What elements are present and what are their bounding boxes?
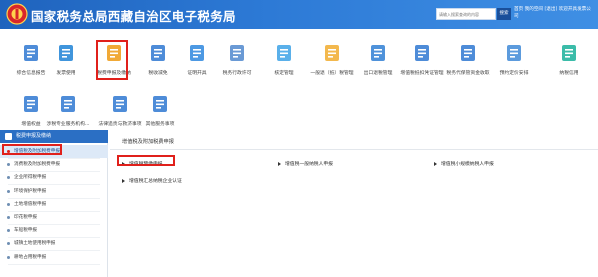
highlight-box-form (117, 155, 175, 166)
sidebar-item-label: 耕地占用税申报 (14, 254, 47, 260)
bullet-icon (7, 202, 10, 206)
sidebar-item-1[interactable]: 消费税及附加税费申报 (0, 158, 108, 171)
admin-license-icon (230, 45, 244, 61)
sidebar-item-5[interactable]: 印花税申报 (0, 211, 108, 224)
invoice-use-icon (59, 45, 73, 61)
bullet-icon (7, 163, 10, 167)
toolbar-item-12[interactable]: 纳税信用 (539, 33, 598, 77)
search-button[interactable]: 搜索 (497, 8, 511, 20)
menu-icon (5, 133, 12, 140)
search-input[interactable] (436, 8, 496, 20)
page-title: 增值税及附加税费申报 (122, 139, 174, 145)
sidebar-item-4[interactable]: 土地增值税申报 (0, 198, 108, 211)
sidebar-item-label: 消费税及附加税费申报 (14, 162, 60, 168)
sidebar-header[interactable]: 税费申报及缴纳 (0, 130, 108, 143)
handshake-icon (153, 96, 167, 112)
sidebar-item-label: 环境保护税申报 (14, 188, 47, 194)
sidebar-item-label: 城镇土地使用税申报 (14, 241, 56, 247)
form-link-label: 增值税一般纳税人申报 (285, 162, 333, 167)
vat-deduction-icon (415, 45, 429, 61)
sidebar-item-3[interactable]: 环境保护税申报 (0, 185, 108, 198)
credit-icon (562, 45, 576, 61)
toolbar-item-label: 预约定价安排 (499, 71, 529, 76)
sidebar-item-7[interactable]: 城镇土地使用税申报 (0, 237, 108, 250)
export-refund-icon (371, 45, 385, 61)
toolbar-item-16[interactable]: 其他服务事项 (130, 84, 190, 128)
form-link-1[interactable]: 增值税一般纳税人申报 (278, 160, 333, 167)
bullet-icon (7, 189, 10, 193)
triangle-right-icon (278, 161, 281, 166)
site-title: 国家税务总局西藏自治区电子税务局 (31, 9, 236, 24)
sidebar-item-label: 土地增值税申报 (14, 201, 47, 207)
tax-reduction-icon (151, 45, 165, 61)
tax-refund-icon (325, 45, 339, 61)
form-link-2[interactable]: 增值税小规模纳税人申报 (434, 160, 494, 167)
bullet-icon (7, 229, 10, 233)
form-link-3[interactable]: 增值税汇总纳税企业认证 (122, 177, 182, 184)
toolbar-item-14[interactable]: 涉税专业服务机构... (38, 84, 98, 128)
sidebar-item-label: 企业所得税申报 (14, 175, 47, 181)
bullet-icon (7, 176, 10, 180)
bullet-icon (7, 255, 10, 259)
header-user-links[interactable]: 首页 我的空间 [退出] 欢迎开具发票公司 (514, 6, 594, 20)
legal-icon (113, 96, 127, 112)
bullet-icon (7, 216, 10, 219)
sidebar-item-label: 印花税申报 (14, 215, 37, 220)
sidebar-item-8[interactable]: 耕地占用税申报 (0, 251, 108, 264)
service-agency-icon (61, 96, 75, 112)
divider (8, 263, 100, 265)
main-panel: 增值税及附加税费申报 增值税预缴申报 增值税一般纳税人申报 增值税小规模纳税人申报增… (110, 130, 598, 277)
bullet-icon (7, 242, 10, 246)
highlight-box-sidebar (2, 144, 62, 155)
assessment-icon (277, 45, 291, 61)
toolbar-item-label: 纳税信用 (559, 71, 579, 76)
pricing-icon (507, 45, 521, 61)
sidebar-title: 税费申报及缴纳 (16, 133, 52, 139)
triangle-right-icon (122, 178, 125, 183)
sidebar-item-label: 车船税申报 (14, 228, 37, 234)
form-link-label: 增值税小规模纳税人申报 (441, 162, 494, 167)
form-link-label: 增值税汇总纳税企业认证 (129, 179, 182, 184)
toolbar-item-label: 其他服务事项 (145, 122, 175, 127)
main-header: 增值税及附加税费申报 (110, 130, 598, 150)
toolbar-item-11[interactable]: 预约定价安排 (484, 33, 544, 77)
header-bar: 国家税务总局西藏自治区电子税务局 搜索 首页 我的空间 [退出] 欢迎开具发票公… (0, 0, 598, 29)
sidebar-item-2[interactable]: 企业所得税申报 (0, 171, 108, 184)
highlight-box-toolbar (96, 40, 128, 80)
function-toolbar: 综合信息报告 发票使用 税费申报及缴纳 税收减免 证明开具 税务行政许可 核定管理 一般退（抵… (0, 29, 598, 130)
custody-fund-icon (461, 45, 475, 61)
toolbar-item-label: 涉税专业服务机构... (46, 122, 90, 127)
triangle-right-icon (434, 161, 437, 166)
certificate-icon (190, 45, 204, 61)
tax-emblem-logo (6, 3, 28, 25)
sidebar-item-6[interactable]: 车船税申报 (0, 224, 108, 237)
